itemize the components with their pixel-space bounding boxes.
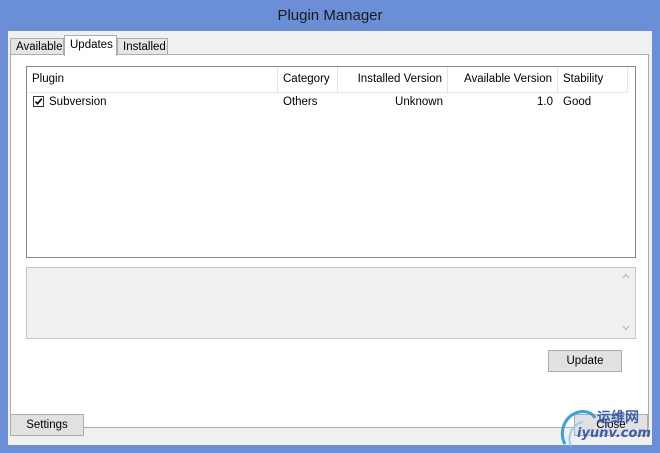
- column-header-available-version[interactable]: Available Version: [448, 67, 558, 92]
- table-header: Plugin Category Installed Version Availa…: [27, 67, 628, 93]
- tab-updates[interactable]: Updates: [64, 35, 117, 56]
- cell-plugin: Subversion: [49, 96, 107, 108]
- column-header-installed-version[interactable]: Installed Version: [338, 67, 448, 92]
- cell-category: Others: [283, 96, 318, 108]
- scroll-up-icon[interactable]: [621, 272, 631, 282]
- column-header-stability[interactable]: Stability: [558, 67, 628, 92]
- watermark-text-cn: 运维网: [597, 410, 639, 426]
- cell-stability: Good: [563, 96, 592, 108]
- plugin-manager-window: Plugin Manager Available Updates Install…: [0, 0, 660, 453]
- description-area[interactable]: [26, 267, 636, 339]
- updates-panel: Plugin Category Installed Version Availa…: [10, 54, 649, 428]
- cell-installed-version: Unknown: [395, 96, 443, 108]
- settings-button[interactable]: Settings: [10, 414, 84, 436]
- watermark-text-url: iyunv.com: [577, 426, 651, 441]
- tab-available[interactable]: Available: [10, 38, 64, 55]
- column-header-plugin[interactable]: Plugin: [27, 67, 278, 92]
- watermark-logo: 运维网 iyunv.com: [557, 404, 659, 452]
- tab-installed[interactable]: Installed: [117, 38, 168, 55]
- checkmark-icon: [34, 98, 43, 106]
- plugin-checkbox[interactable]: [33, 96, 44, 107]
- column-header-category[interactable]: Category: [278, 67, 338, 92]
- cell-available-version: 1.0: [537, 96, 553, 108]
- update-button[interactable]: Update: [548, 350, 622, 372]
- client-area: Available Updates Installed Plugin Categ…: [8, 31, 652, 445]
- plugin-table: Plugin Category Installed Version Availa…: [26, 66, 636, 258]
- scroll-down-icon[interactable]: [621, 324, 631, 334]
- table-row[interactable]: Subversion Others Unknown 1.0 Good: [27, 93, 627, 112]
- window-title: Plugin Manager: [277, 7, 383, 24]
